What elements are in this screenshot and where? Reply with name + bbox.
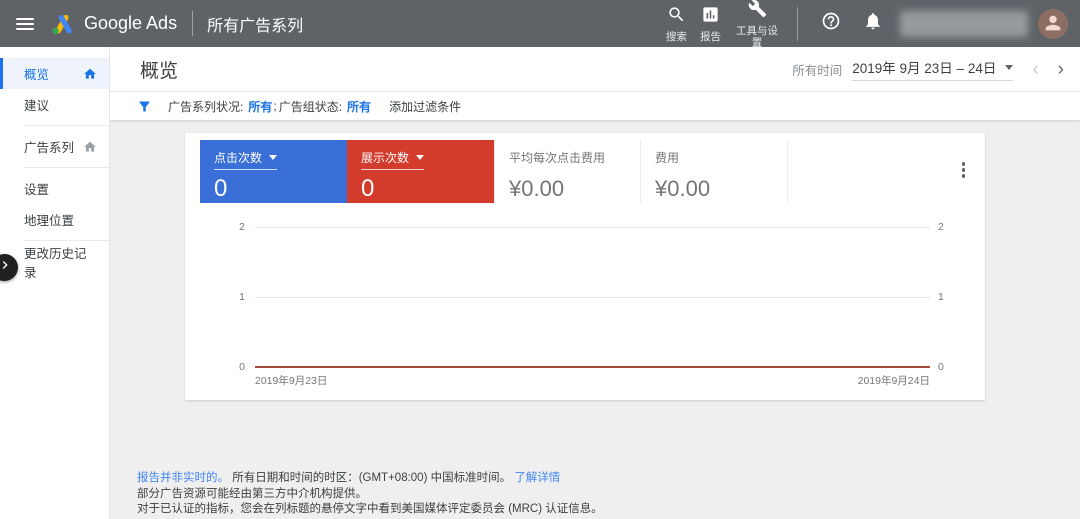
reports-label: 报告 bbox=[700, 30, 721, 43]
metric-label: 费用 bbox=[655, 151, 680, 165]
sidebar-divider bbox=[24, 167, 109, 168]
sidebar: 概览 建议 广告系列 设置 地理位置 更改历史记录 bbox=[0, 47, 110, 519]
search-button[interactable]: 搜索 bbox=[666, 5, 687, 43]
chevron-down-icon bbox=[269, 155, 278, 160]
sidebar-item-label: 设置 bbox=[24, 183, 50, 197]
metric-value: ¥0.00 bbox=[509, 176, 565, 201]
date-range-value: 2019年 9月 23日 – 24日 bbox=[852, 61, 997, 76]
search-icon bbox=[667, 5, 686, 29]
overview-chart-card: 点击次数 0 展示次数 0 平均每次点击费用 ¥0.00 费用 ¥0.00 2 … bbox=[185, 133, 985, 400]
home-icon bbox=[83, 67, 97, 81]
avatar[interactable] bbox=[1038, 8, 1068, 39]
metric-card-clicks[interactable]: 点击次数 0 bbox=[200, 140, 347, 203]
help-button[interactable] bbox=[821, 11, 841, 36]
not-realtime-link[interactable]: 报告并非实时的。 bbox=[137, 472, 229, 484]
timezone-text: 所有日期和时间的时区：(GMT+08:00) 中国标准时间。 bbox=[232, 472, 512, 484]
person-icon bbox=[1042, 12, 1064, 39]
help-icon bbox=[821, 11, 841, 36]
reports-button[interactable]: 报告 bbox=[700, 5, 721, 43]
page-title: 概览 bbox=[140, 60, 179, 82]
metric-card-cost[interactable]: 费用 ¥0.00 bbox=[641, 140, 788, 203]
gridline bbox=[255, 227, 930, 228]
filter-bar: 广告系列状况: 所有 ; 广告组状态: 所有 添加过滤条件 bbox=[110, 92, 1080, 120]
metric-card-impressions[interactable]: 展示次数 0 bbox=[347, 140, 494, 203]
chevron-down-icon bbox=[416, 155, 425, 160]
section-title: 所有广告系列 bbox=[207, 17, 304, 35]
account-info-redacted[interactable] bbox=[900, 10, 1028, 37]
metric-tiles: 点击次数 0 展示次数 0 平均每次点击费用 ¥0.00 费用 ¥0.00 bbox=[200, 140, 788, 203]
notifications-button[interactable] bbox=[863, 11, 883, 36]
chart-series-line bbox=[255, 366, 930, 368]
metric-label: 展示次数 bbox=[361, 151, 410, 165]
topbar: Google Ads 所有广告系列 搜索 报告 工具与设置 bbox=[0, 0, 1080, 49]
add-filter-button[interactable]: 添加过滤条件 bbox=[389, 98, 461, 115]
search-label: 搜索 bbox=[666, 30, 687, 43]
footer-line-1: 报告并非实时的。 所有日期和时间的时区：(GMT+08:00) 中国标准时间。 … bbox=[137, 471, 1047, 487]
sidebar-item-locations[interactable]: 地理位置 bbox=[0, 204, 109, 235]
time-scope-label: 所有时间 bbox=[792, 63, 843, 78]
metric-card-avg-cpc[interactable]: 平均每次点击费用 ¥0.00 bbox=[494, 140, 641, 203]
y-axis-tick: 0 bbox=[938, 361, 944, 373]
page-header: 概览 所有时间 2019年 9月 23日 – 24日 ‹ › bbox=[110, 47, 1080, 92]
y-axis-tick: 1 bbox=[239, 291, 245, 303]
sidebar-item-settings[interactable]: 设置 bbox=[0, 173, 109, 204]
campaign-status-value[interactable]: 所有 bbox=[248, 98, 272, 115]
sidebar-item-label: 地理位置 bbox=[24, 214, 75, 228]
footer-line-2: 部分广告资源可能经由第三方中介机构提供。 bbox=[137, 487, 367, 500]
report-chart-icon bbox=[701, 5, 720, 29]
footer-line-3: 对于已认证的指标，您会在列标题的悬停文字中看到美国媒体评定委员会 (MRC) 认… bbox=[137, 503, 603, 515]
y-axis-tick: 1 bbox=[938, 291, 944, 303]
x-axis-label: 2019年9月23日 bbox=[255, 375, 328, 387]
metric-label: 平均每次点击费用 bbox=[509, 151, 606, 165]
disclaimer-footer: 报告并非实时的。 所有日期和时间的时区：(GMT+08:00) 中国标准时间。 … bbox=[137, 471, 1047, 518]
y-axis-tick: 2 bbox=[938, 221, 944, 233]
main-content: 点击次数 0 展示次数 0 平均每次点击费用 ¥0.00 费用 ¥0.00 2 … bbox=[110, 120, 1080, 519]
adgroup-status-label: 广告组状态: bbox=[278, 99, 343, 114]
campaign-status-label: 广告系列状况: bbox=[168, 99, 244, 114]
google-ads-logo[interactable] bbox=[49, 11, 75, 37]
sidebar-divider bbox=[24, 240, 109, 241]
sidebar-item-overview[interactable]: 概览 bbox=[0, 58, 109, 89]
adgroup-status-value[interactable]: 所有 bbox=[347, 98, 371, 115]
filter-funnel-icon bbox=[137, 99, 152, 114]
google-ads-logo-icon bbox=[52, 14, 72, 34]
chevron-down-icon bbox=[1005, 64, 1014, 70]
brand-name: Google Ads bbox=[84, 13, 178, 33]
sidebar-divider bbox=[24, 125, 109, 126]
metric-value: 0 bbox=[214, 175, 228, 202]
wrench-icon bbox=[748, 0, 767, 23]
date-range-selector[interactable]: 2019年 9月 23日 – 24日 bbox=[852, 57, 1014, 81]
metric-value: 0 bbox=[361, 175, 375, 202]
learn-more-link[interactable]: 了解详情 bbox=[514, 472, 560, 484]
chevron-right-icon bbox=[0, 257, 13, 278]
sidebar-item-label: 建议 bbox=[24, 99, 50, 113]
y-axis-tick: 2 bbox=[239, 221, 245, 233]
tools-settings-label: 工具与设置 bbox=[736, 24, 778, 49]
y-axis-tick: 0 bbox=[239, 361, 245, 373]
tools-settings-button[interactable]: 工具与设置 bbox=[734, 0, 780, 49]
sidebar-item-label: 概览 bbox=[24, 68, 50, 82]
home-icon bbox=[83, 140, 97, 154]
metric-label: 点击次数 bbox=[214, 151, 263, 165]
metric-value: ¥0.00 bbox=[655, 176, 711, 201]
gridline bbox=[255, 297, 930, 298]
prev-period-button[interactable]: ‹ bbox=[1032, 60, 1038, 79]
topbar-divider bbox=[192, 11, 194, 36]
filter-separator: ; bbox=[273, 99, 277, 113]
next-period-button[interactable]: › bbox=[1058, 60, 1064, 79]
topbar-divider bbox=[797, 6, 798, 41]
sidebar-item-label: 广告系列 bbox=[24, 141, 75, 155]
x-axis-label: 2019年9月24日 bbox=[857, 375, 930, 387]
sidebar-item-campaigns[interactable]: 广告系列 bbox=[0, 131, 109, 162]
bell-icon bbox=[863, 11, 883, 36]
sidebar-item-label: 更改历史记录 bbox=[24, 246, 87, 280]
menu-icon[interactable] bbox=[16, 15, 34, 33]
sidebar-item-recommendations[interactable]: 建议 bbox=[0, 89, 109, 120]
card-overflow-menu[interactable] bbox=[959, 159, 969, 181]
